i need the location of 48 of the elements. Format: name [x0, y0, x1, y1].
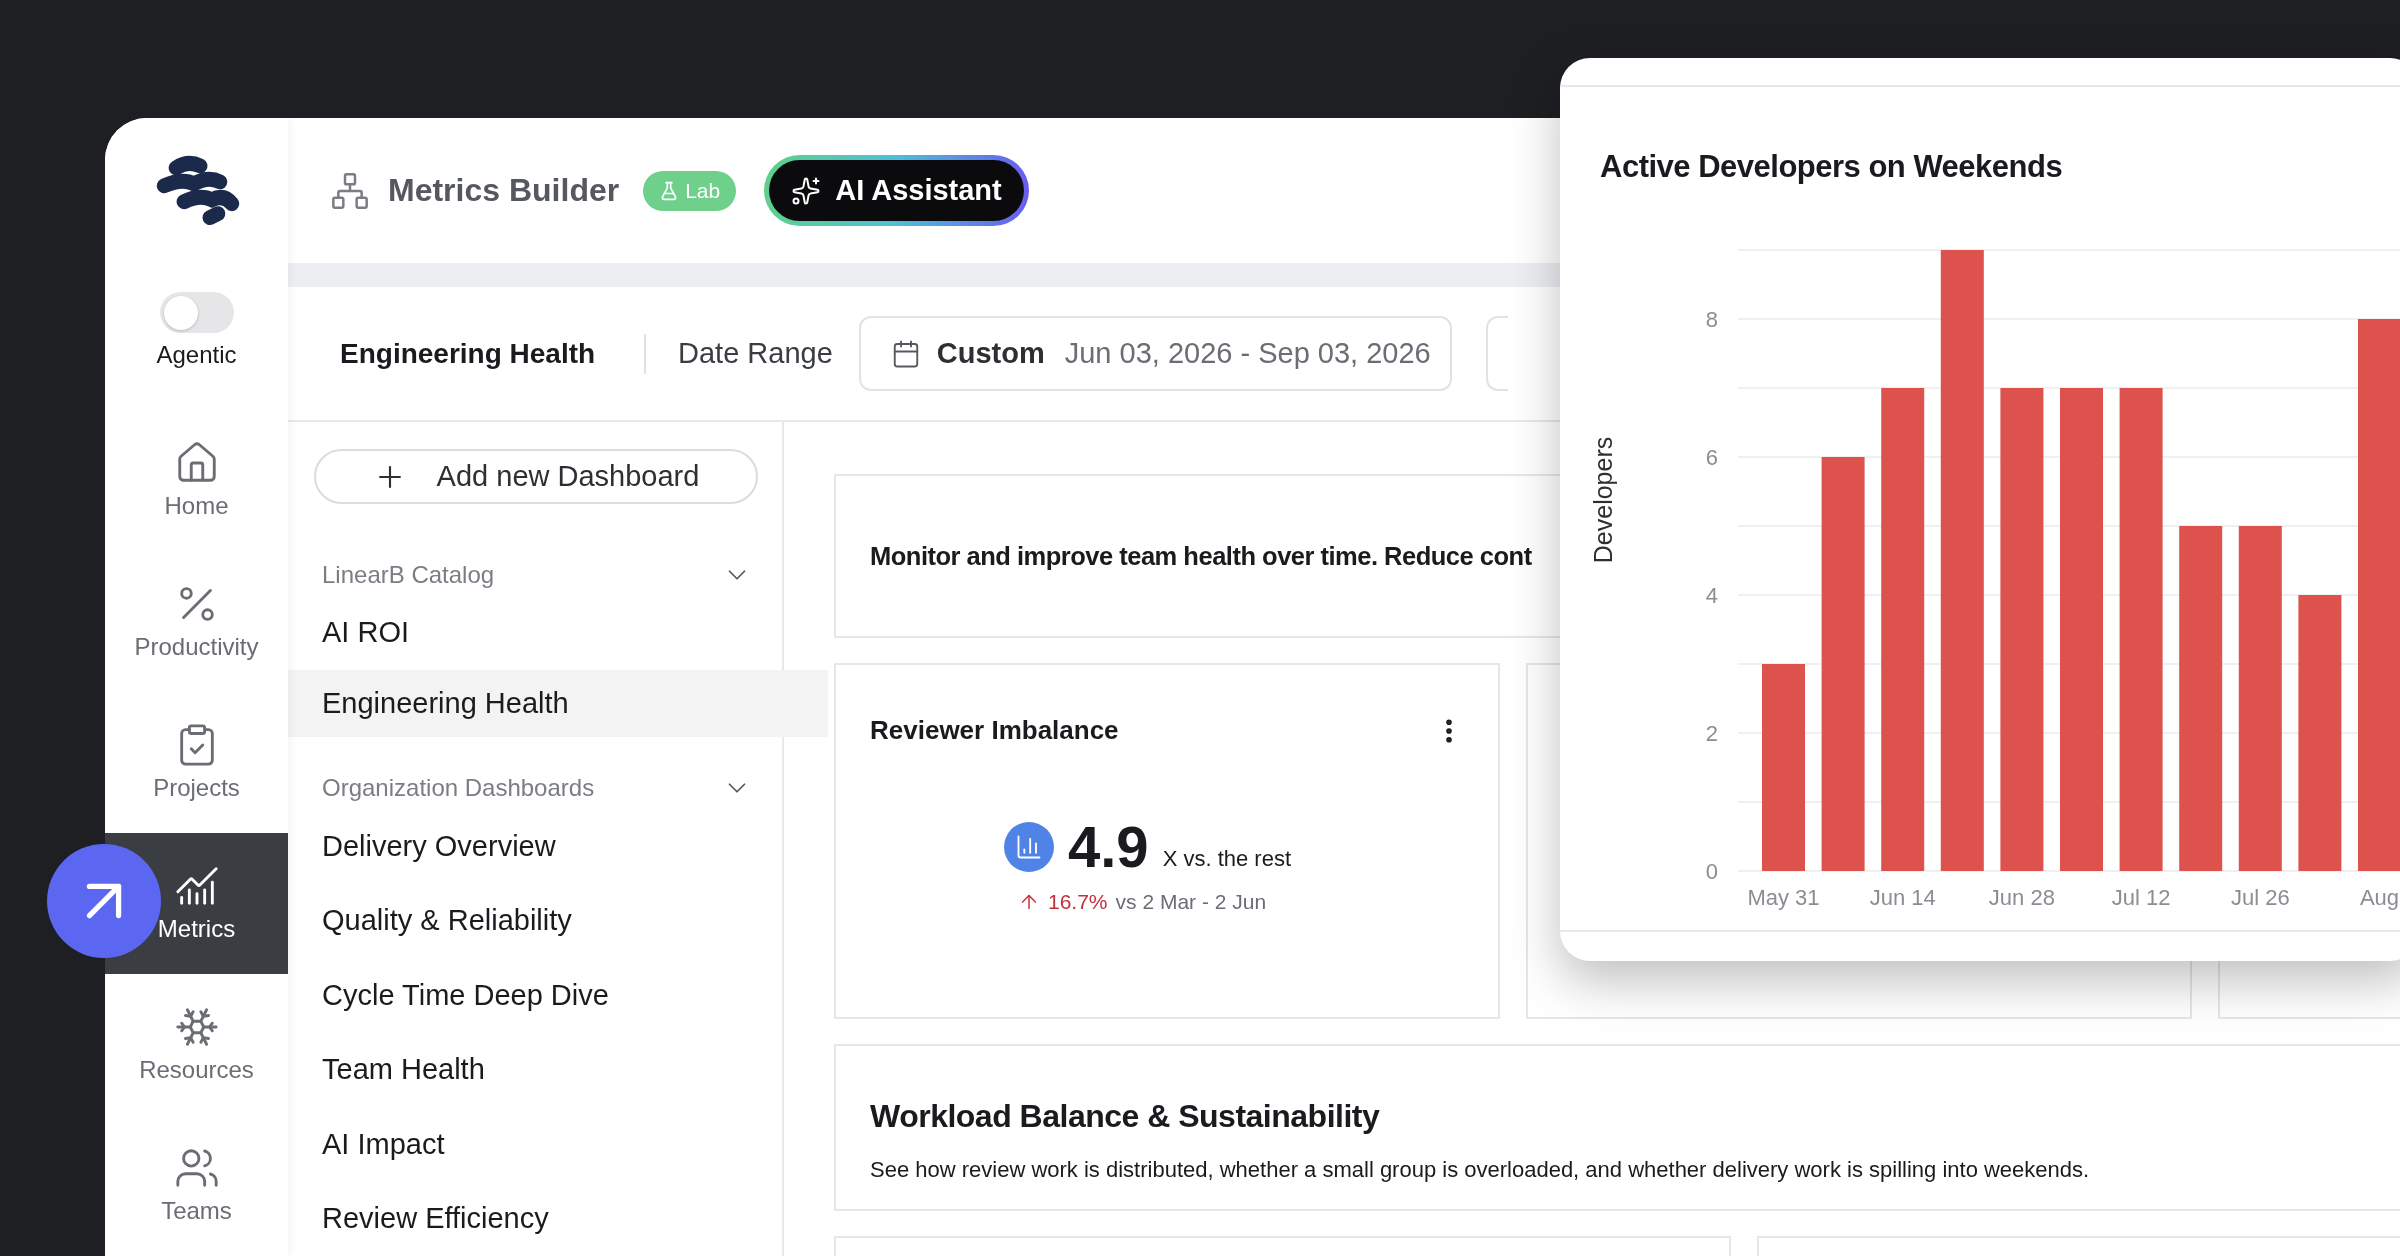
- tick-label: 2: [1705, 721, 1718, 746]
- filter-field[interactable]: [1485, 316, 1508, 391]
- nav-item[interactable]: Home: [105, 409, 288, 551]
- nav-item[interactable]: Productivity: [105, 550, 288, 692]
- date-range-label: Date Range: [678, 337, 833, 370]
- date-range-picker[interactable]: Custom Jun 03, 2026 - Sep 03, 2026: [858, 316, 1452, 391]
- chart-icon: [1004, 822, 1054, 872]
- nav-item[interactable]: Resources: [105, 973, 288, 1115]
- change-value: 16.7%: [1048, 890, 1108, 914]
- add-dashboard-button[interactable]: Add new Dashboard: [314, 449, 758, 505]
- axis-title: Developers: [1589, 436, 1617, 564]
- agentic-toggle[interactable]: [159, 291, 234, 334]
- comparison-text: vs 2 Mar - 2 Jun: [1115, 890, 1267, 914]
- dashboard-item[interactable]: Engineering Health: [288, 669, 828, 737]
- tick-label: Jun 14: [1869, 885, 1936, 910]
- tick-label: Aug: [2359, 885, 2400, 910]
- dashboard-item[interactable]: AI Impact: [288, 1107, 782, 1182]
- chart-title: Active Developers on Weekends: [1599, 148, 2064, 186]
- card-title: Reviewer Imbalance: [870, 715, 1119, 746]
- dashboard-name: Engineering Health: [340, 337, 597, 370]
- page-title: Metrics Builder: [388, 172, 620, 209]
- tick-label: Jul 26: [2230, 885, 2290, 910]
- section-title: Organization Dashboards: [322, 774, 595, 803]
- nav-item[interactable]: Teams: [105, 1114, 288, 1256]
- description-text: Monitor and improve team health over time. Reduce cont: [870, 541, 1532, 571]
- dashboard-item[interactable]: Delivery Overview: [288, 809, 782, 884]
- metric-value: 4.9: [1068, 818, 1149, 876]
- tick-label: 0: [1705, 859, 1718, 884]
- network-icon: [330, 170, 370, 211]
- dashboard-item[interactable]: Quality & Reliability: [288, 883, 782, 958]
- toggle-label: Agentic: [156, 341, 237, 370]
- dashboard-item[interactable]: AI ROI: [288, 595, 782, 670]
- tick-label: 8: [1705, 307, 1718, 332]
- nav-item[interactable]: Projects: [105, 691, 288, 833]
- metric-unit: X vs. the rest: [1162, 846, 1292, 873]
- tick-label: Jul 12: [2111, 885, 2171, 910]
- dashboard-item[interactable]: Cycle Time Deep Dive: [288, 958, 782, 1033]
- section-heading: Workload Balance & Sustainability: [870, 1098, 1381, 1135]
- section-description: See how review work is distributed, whether a small group is overloaded, and whether delivery work is spilling into weekends.: [870, 1157, 2091, 1183]
- dashboard-item[interactable]: Team Health: [288, 1032, 782, 1107]
- tick-label: May 31: [1747, 885, 1820, 910]
- sparkle-icon: [791, 175, 822, 206]
- tick-label: 4: [1705, 583, 1718, 608]
- dashboard-item[interactable]: Review Efficiency: [288, 1181, 782, 1256]
- tick-label: 6: [1705, 445, 1718, 470]
- section-title: LinearB Catalog: [322, 560, 495, 589]
- lab-badge: Lab: [643, 170, 737, 211]
- tick-label: Jun 28: [1988, 885, 2055, 910]
